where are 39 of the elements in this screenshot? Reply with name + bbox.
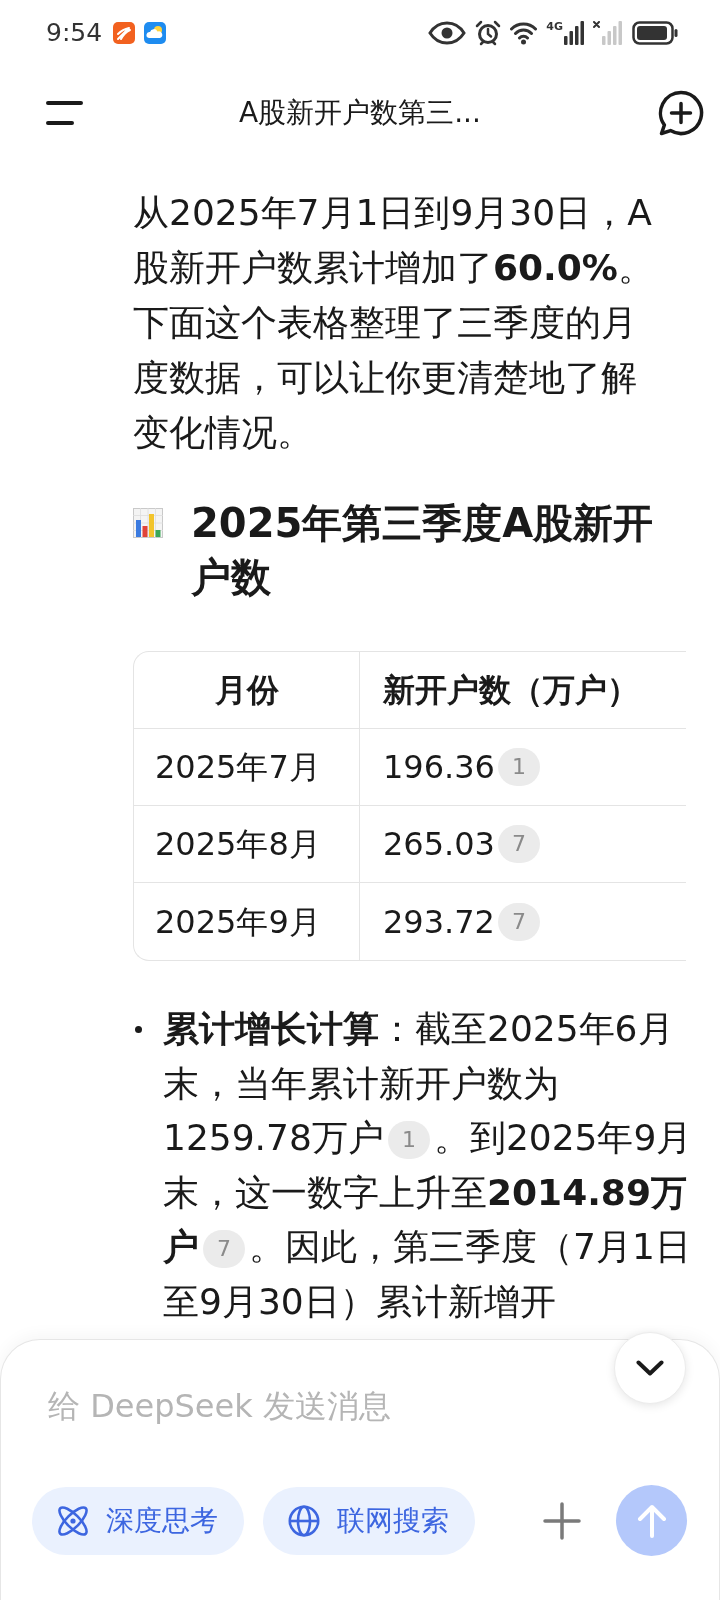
table-cell-text: 293.72: [383, 901, 495, 943]
alarm-clock-icon: [475, 20, 502, 46]
citation-badge[interactable]: 7: [497, 902, 540, 941]
citation-badge[interactable]: 7: [203, 1230, 245, 1268]
cloud-sun-app-icon: [144, 22, 167, 44]
chat-title: A股新开户数第三...: [238, 95, 482, 131]
bar-chart-icon: [133, 508, 163, 538]
wifi-icon: [510, 21, 538, 45]
arrow-up-icon: [636, 1503, 667, 1538]
no-signal-icon: [593, 21, 623, 45]
message-input[interactable]: 给 DeepSeek 发送消息: [32, 1376, 592, 1436]
plus-icon[interactable]: [543, 1501, 581, 1540]
chat-bubble-plus-icon[interactable]: [658, 90, 704, 136]
table-cell-text: 196.36: [383, 747, 495, 788]
clock-time: 9:54: [46, 17, 103, 50]
section-heading: 2025年第三季度A股新开户数: [191, 499, 655, 602]
column-header: 新开户数（万户）: [383, 670, 639, 711]
atom-icon: [57, 1504, 89, 1537]
message-paragraph: 从2025年7月1日到9月30日，A股新开户数累计增加了60.0%。下面这个表格整理了三季度的月度数据，可以让你更清楚地了解变化情况。: [133, 191, 655, 455]
citation-badge[interactable]: 1: [497, 748, 540, 786]
bullet-icon: [135, 1026, 142, 1033]
globe-icon: [288, 1504, 320, 1537]
table-cell-text: 265.03: [383, 824, 495, 865]
citation-badge[interactable]: 7: [497, 825, 540, 863]
bullet-text: 累计增长计算：截至2025年6月末，当年累计新开户数为1259.78万户 1 。到2025年9月末，这一数字上升至2014.89万户 7 。因此，第三季度（7月1日至9月30日）累计新增开: [163, 1007, 693, 1324]
web-search-toggle[interactable]: 联网搜索: [263, 1486, 475, 1555]
column-header: 月份: [214, 670, 279, 711]
chevron-down-icon: [636, 1360, 664, 1376]
table-cell-text: 2025年9月: [155, 901, 321, 943]
deep-think-toggle[interactable]: 深度思考: [32, 1486, 244, 1555]
network-type-label: 4G: [546, 21, 563, 32]
signal-icon: [564, 21, 584, 45]
feather-app-icon: [113, 22, 136, 44]
eye-icon: [428, 21, 467, 45]
table-cell-text: 2025年8月: [155, 824, 321, 865]
table-cell-text: 2025年7月: [155, 747, 321, 788]
citation-badge[interactable]: 1: [387, 1121, 430, 1159]
menu-icon[interactable]: [46, 100, 83, 126]
battery-icon: [632, 21, 678, 45]
